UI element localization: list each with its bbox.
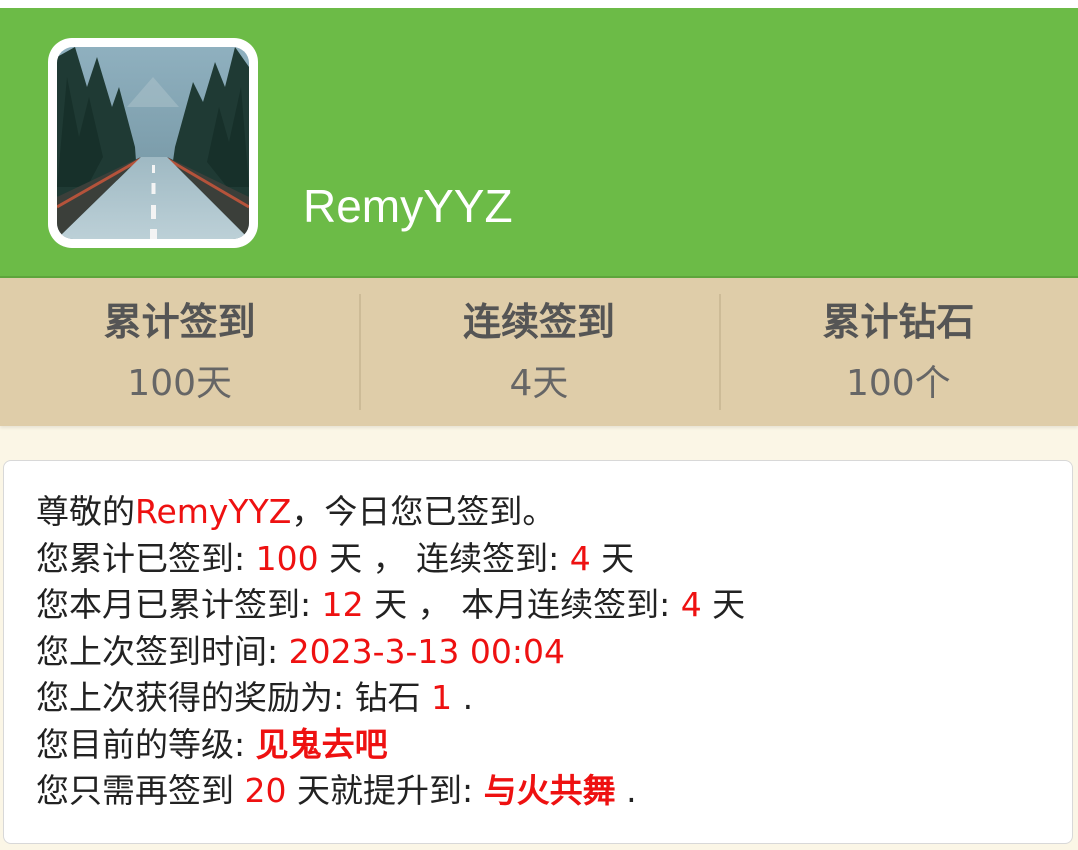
month-checkin-line: 您本月已累计签到: 12 天 ， 本月连续签到: 4 天 [36,582,1072,629]
level-label: 您目前的等级: [36,724,256,764]
stat-value: 100天 [127,363,233,404]
month-unit: 天 ， 本月连续签到: [363,585,681,624]
stat-label: 累计签到 [103,300,256,344]
greeting-prefix: 尊敬的 [36,492,135,531]
streak-days: 4 [569,538,591,578]
forest-road-photo-icon [57,47,249,239]
next-level-middle: 天就提升到: [286,771,484,810]
last-checkin-line: 您上次签到时间: 2023-3-13 00:04 [36,629,1072,676]
month-streak-unit: 天 [701,585,746,624]
reward-suffix: . [452,678,474,717]
greeting-suffix: ，今日您已签到。 [291,492,556,531]
total-checkin-line: 您累计已签到: 100 天 ， 连续签到: 4 天 [36,536,1072,583]
month-total-days: 12 [321,585,364,624]
month-label: 您本月已累计签到: [36,585,322,624]
top-strip [0,0,1078,8]
next-level-name: 与火共舞 [483,771,616,810]
total-days: 100 [255,538,319,578]
stat-value: 100个 [845,363,951,404]
reward-label: 您上次获得的奖励为: 钻石 [36,678,432,717]
streak-unit: 天 [590,538,635,578]
greeting-line: 尊敬的RemyYYZ，今日您已签到。 [36,489,1072,536]
profile-header: RemyYYZ [0,8,1078,278]
checkin-summary-card: 尊敬的RemyYYZ，今日您已签到。 您累计已签到: 100 天 ， 连续签到:… [3,460,1073,844]
total-unit: 天 ， 连续签到: [318,538,570,578]
next-level-suffix: . [615,771,637,810]
next-level-line: 您只需再签到 20 天就提升到: 与火共舞 . [36,768,1072,815]
stat-value: 4天 [509,363,569,404]
greeting-username: RemyYYZ [135,492,292,531]
reward-amount: 1 [431,678,453,717]
stat-streak-checkins: 连续签到 4天 [359,278,718,426]
stat-total-diamonds: 累计钻石 100个 [718,278,1078,426]
stat-total-checkins: 累计签到 100天 [0,278,359,426]
avatar-image [57,47,249,239]
stats-bar: 累计签到 100天 连续签到 4天 累计钻石 100个 [0,278,1078,426]
stat-label: 累计钻石 [822,300,975,344]
current-level: 见鬼去吧 [255,724,388,764]
last-reward-line: 您上次获得的奖励为: 钻石 1 . [36,675,1072,722]
next-level-label: 您只需再签到 [36,771,245,810]
total-label: 您累计已签到: [36,538,256,578]
level-line: 您目前的等级: 见鬼去吧 [36,722,1072,769]
last-checkin-time: 2023-3-13 00:04 [288,631,565,671]
month-streak-days: 4 [680,585,702,624]
stat-label: 连续签到 [462,300,615,344]
last-time-label: 您上次签到时间: [36,631,289,671]
username: RemyYYZ [303,180,513,232]
days-needed: 20 [244,771,287,810]
avatar[interactable] [48,38,258,248]
